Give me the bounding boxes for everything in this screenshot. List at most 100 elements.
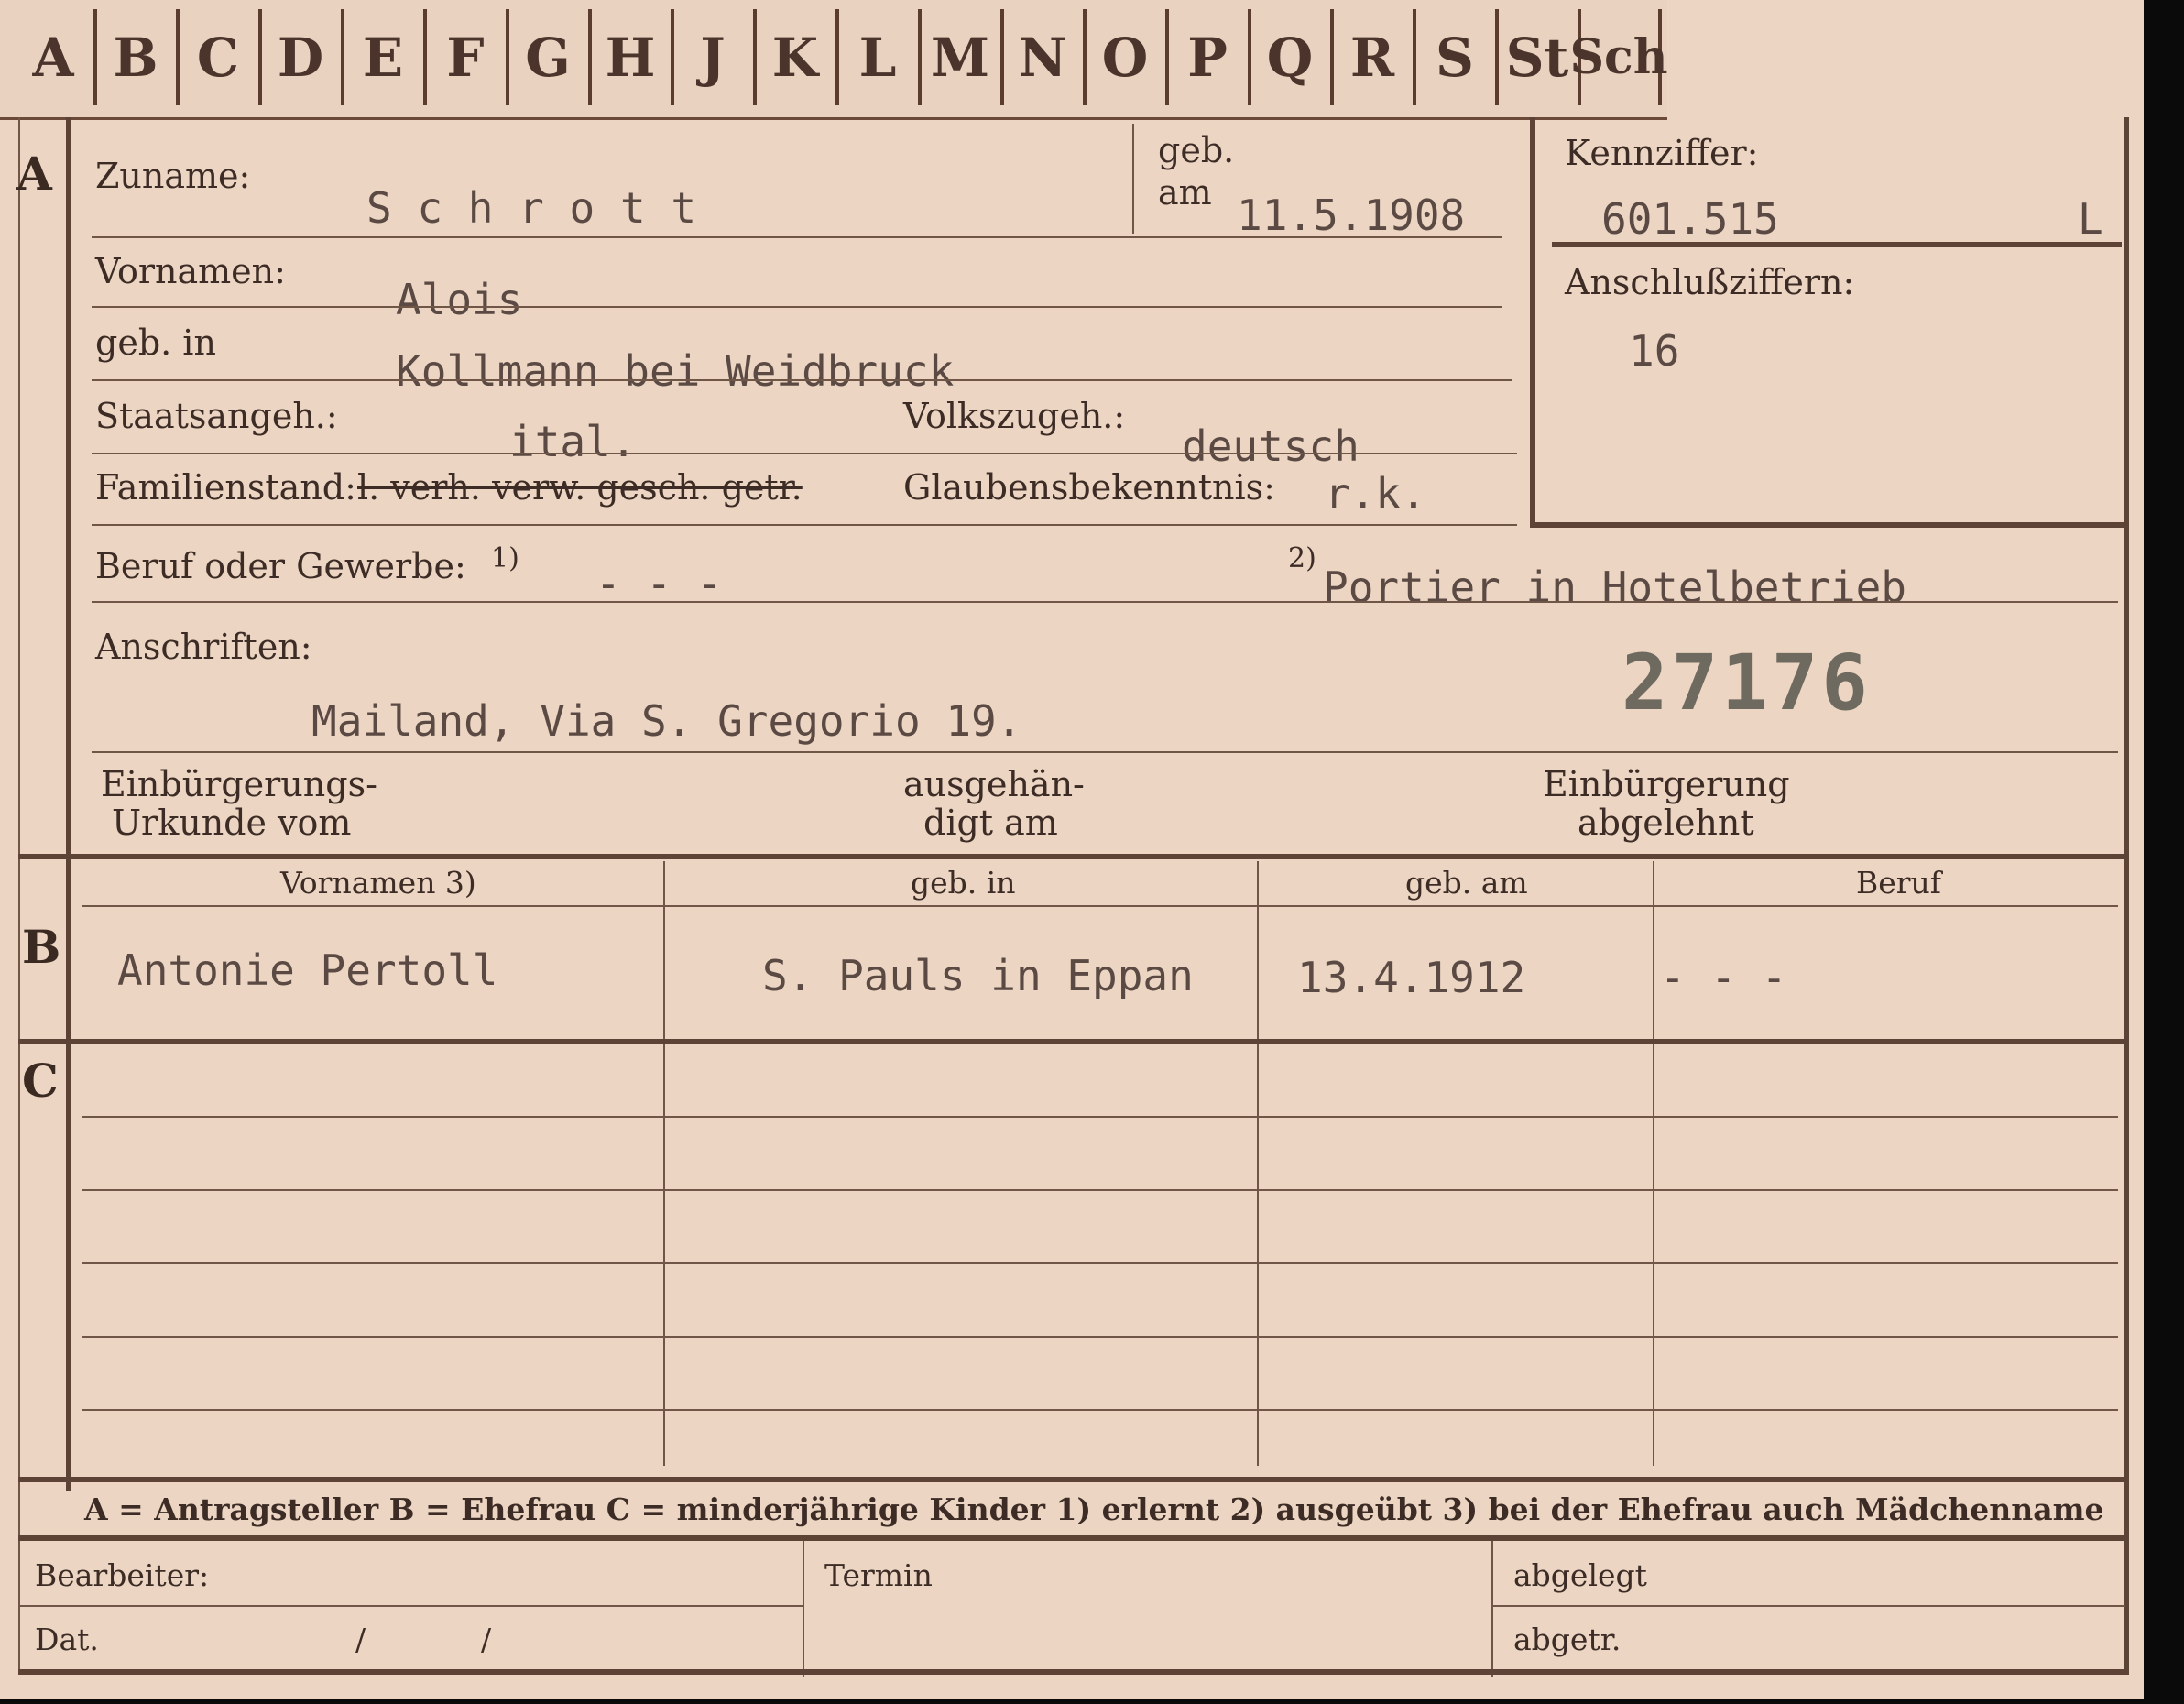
kennziffer-box-left (1530, 117, 1535, 528)
kennziffer-box-bottom (1530, 522, 2129, 528)
section-b-top-rule (18, 854, 2129, 859)
tab-a[interactable]: A (13, 9, 97, 105)
b-header-vornamen: Vornamen 3) (280, 865, 476, 901)
termin-label: Termin (824, 1557, 933, 1593)
outer-left-line (18, 117, 20, 1675)
c-row-rule-4 (82, 1336, 2118, 1338)
tab-s[interactable]: S (1414, 9, 1499, 105)
zuname-value[interactable]: S c h r o t t (366, 183, 696, 233)
legend-top-rule (18, 1477, 2129, 1482)
c-row-rule-2 (82, 1189, 2118, 1191)
anschluss-label: Anschlußziffern: (1565, 262, 1855, 302)
tab-p[interactable]: P (1167, 9, 1251, 105)
anschriften-label: Anschriften: (95, 627, 312, 667)
c-row-rule-3 (82, 1262, 2118, 1264)
b-header-rule (82, 905, 2118, 907)
dat-slashes: / / (355, 1622, 492, 1657)
tab-b[interactable]: B (95, 9, 180, 105)
abgelegt-rule (1491, 1605, 2125, 1607)
tab-l[interactable]: L (837, 9, 922, 105)
tab-m[interactable]: M (920, 9, 1004, 105)
anschluss-value[interactable]: 16 (1629, 326, 1679, 376)
section-a-marker: A (16, 147, 52, 201)
ausgehaendigt-label-1: ausgehän- (903, 764, 1085, 804)
dat-label: Dat. (35, 1622, 99, 1657)
tab-sch[interactable]: Sch (1569, 9, 1668, 105)
tab-r[interactable]: R (1332, 9, 1416, 105)
kennziffer-value[interactable]: 601.515 (1601, 194, 1779, 244)
glaubens-value[interactable]: r.k. (1325, 469, 1426, 519)
familienstand-underline (92, 524, 1517, 526)
vornamen-underline (92, 306, 1502, 308)
volkszugeh-value[interactable]: deutsch (1182, 421, 1360, 471)
right-frame-line (2124, 117, 2129, 1675)
c-row-rule-1 (82, 1116, 2118, 1118)
legend-bottom-rule (18, 1535, 2129, 1541)
einb-abgelehnt-label-1: Einbürgerung (1543, 764, 1790, 804)
geb-in-value[interactable]: Kollmann bei Weidbruck (396, 346, 954, 396)
tab-o[interactable]: O (1085, 9, 1169, 105)
b-geb-in-value[interactable]: S. Pauls in Eppan (762, 951, 1194, 1000)
tab-k[interactable]: K (755, 9, 839, 105)
beruf-value-2[interactable]: Portier in Hotelbetrieb (1323, 563, 1906, 612)
vornamen-value[interactable]: Alois (396, 275, 522, 324)
tab-c[interactable]: C (178, 9, 262, 105)
tab-q[interactable]: Q (1250, 9, 1334, 105)
geb-in-underline (92, 379, 1512, 381)
vornamen-label: Vornamen: (95, 251, 286, 291)
tab-g[interactable]: G (508, 9, 592, 105)
zuname-label: Zuname: (95, 156, 251, 196)
left-frame-line (66, 117, 71, 1491)
index-card: A B C D E F G H J K L M N O P Q R S St S… (0, 0, 2144, 1699)
geb-in-label: geb. in (95, 322, 216, 363)
tab-e[interactable]: E (343, 9, 427, 105)
section-c-top-rule (18, 1039, 2129, 1044)
b-vornamen-value[interactable]: Antonie Pertoll (117, 945, 497, 995)
zuname-divider (1132, 124, 1134, 234)
alphabet-tab-bar: A B C D E F G H J K L M N O P Q R S St S… (0, 0, 1668, 120)
beruf-note-1: 1) (491, 542, 519, 574)
footer-divider-2 (1491, 1541, 1493, 1677)
bearbeiter-rule (18, 1605, 803, 1607)
ausgehaendigt-label-2: digt am (923, 803, 1058, 843)
b-geb-am-value[interactable]: 13.4.1912 (1297, 953, 1525, 1002)
beruf-label: Beruf oder Gewerbe: (95, 546, 466, 586)
stamp-number: 27176 (1622, 638, 1872, 727)
b-header-beruf: Beruf (1856, 865, 1942, 901)
staatsangeh-value[interactable]: ital. (509, 417, 636, 466)
anschriften-underline (92, 751, 2118, 753)
tab-h[interactable]: H (590, 9, 674, 105)
section-b-marker: B (22, 920, 61, 974)
volkszugeh-label: Volkszugeh.: (903, 396, 1126, 436)
beruf-note-2: 2) (1288, 542, 1316, 574)
beruf-underline (92, 601, 2118, 603)
familienstand-label: Familienstand: (95, 467, 356, 508)
legend-text: A = Antragsteller B = Ehefrau C = minder… (84, 1491, 2104, 1527)
col-divider-1 (663, 861, 665, 1466)
kennziffer-suffix: L (2078, 194, 2103, 244)
staatsangeh-label: Staatsangeh.: (95, 396, 338, 436)
tab-d[interactable]: D (260, 9, 344, 105)
tab-n[interactable]: N (1002, 9, 1087, 105)
kennziffer-label: Kennziffer: (1565, 133, 1759, 173)
section-c-marker: C (22, 1054, 59, 1108)
b-header-geb-am: geb. am (1405, 865, 1528, 901)
staatsangeh-underline (92, 453, 1517, 454)
familienstand-options[interactable]: l. verh. verw. gesch. getr. (357, 467, 803, 508)
tab-st[interactable]: St (1497, 9, 1581, 105)
col-divider-3 (1653, 861, 1654, 1466)
tab-j[interactable]: J (672, 9, 757, 105)
geb-label-1: geb. (1158, 130, 1235, 170)
kennziffer-underline (1552, 242, 2122, 247)
footer-bottom-rule (18, 1669, 2129, 1675)
b-header-geb-in: geb. in (911, 865, 1016, 901)
bearbeiter-label: Bearbeiter: (35, 1557, 210, 1593)
anschriften-value[interactable]: Mailand, Via S. Gregorio 19. (311, 696, 1021, 746)
tab-f[interactable]: F (425, 9, 509, 105)
abgelegt-label: abgelegt (1513, 1557, 1647, 1593)
einb-urkunde-label-2: Urkunde vom (112, 803, 352, 843)
b-beruf-value[interactable]: - - - (1660, 953, 1786, 1002)
geb-am-value[interactable]: 11.5.1908 (1237, 191, 1465, 240)
c-row-rule-5 (82, 1409, 2118, 1411)
einb-urkunde-label-1: Einbürgerungs- (101, 764, 377, 804)
